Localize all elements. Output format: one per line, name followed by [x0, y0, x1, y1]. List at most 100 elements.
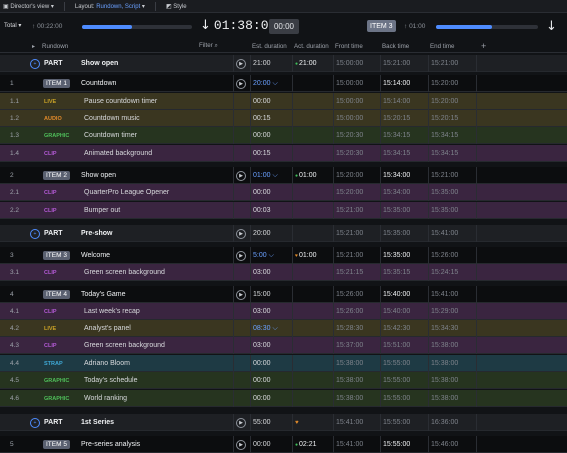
back-time: 15:55:00 — [383, 395, 411, 402]
item-row[interactable]: 3 ITEM 3 Welcome ▶ 5:00 ⌵ ♥ 01:00 15:21:00 15:35… — [0, 247, 567, 264]
est-duration[interactable]: 00:00 — [253, 127, 271, 144]
est-duration[interactable]: 00:03 — [253, 202, 271, 219]
column-divider — [333, 436, 334, 453]
sub-row[interactable]: 3.1 CLIP Green screen background 03:00 15:21… — [0, 264, 567, 281]
part-row[interactable]: + PART Show open ▶ 21:00 ● 21:00 15:00:00 15:21:… — [0, 55, 567, 72]
type-tag: CLIP — [44, 308, 57, 315]
column-divider — [292, 55, 293, 72]
est-duration[interactable]: 00:00 — [253, 436, 271, 453]
column-divider — [428, 320, 429, 337]
row-index: 1.1 — [10, 98, 20, 105]
row-index: 3 — [10, 252, 14, 259]
act-duration: ♥ 01:00 — [295, 247, 317, 264]
elapsed-left: ↑ 00:22:00 — [32, 23, 63, 30]
column-divider — [233, 436, 234, 453]
act-duration-value: 02:21 — [299, 441, 317, 448]
play-icon[interactable]: ▶ — [236, 250, 246, 261]
column-divider — [380, 286, 381, 303]
end-time: 15:41:00 — [431, 230, 459, 237]
column-divider — [476, 202, 477, 219]
est-duration[interactable]: 00:00 — [253, 93, 271, 110]
est-duration[interactable]: 03:00 — [253, 264, 271, 281]
row-index: 4.6 — [10, 395, 20, 402]
est-duration[interactable]: 00:15 — [253, 110, 271, 127]
sub-title: Green screen background — [84, 342, 165, 349]
play-icon[interactable]: ▶ — [236, 58, 246, 69]
column-divider — [233, 320, 234, 337]
front-time: 15:21:00 — [336, 207, 364, 214]
item-row[interactable]: 2 ITEM 2 Show open ▶ 01:00 ⌵ ● 01:00 15:20:00 15… — [0, 167, 567, 184]
est-duration[interactable]: 03:00 — [253, 337, 271, 354]
sub-row[interactable]: 2.2 CLIP Bumper out 00:03 15:21:00 15:35:00 15… — [0, 202, 567, 219]
sub-title: Animated background — [84, 150, 153, 157]
current-item-badge: ITEM 3 — [367, 20, 396, 32]
part-title: 1st Series — [81, 419, 115, 426]
type-tag: GRAPHIC — [44, 395, 70, 402]
plus-circle-icon: + — [30, 58, 40, 69]
play-icon[interactable]: ▶ — [236, 417, 246, 428]
search-icon: ⌕ — [214, 42, 218, 49]
column-divider — [428, 127, 429, 144]
column-divider — [233, 286, 234, 303]
est-duration[interactable]: 5:00 ⌵ — [253, 247, 274, 264]
back-time: 15:35:00 — [383, 252, 411, 259]
sub-row[interactable]: 4.2 LIVE Analyst's panel 08:30 ⌵ 15:28:30 15:… — [0, 320, 567, 337]
item-badge: ITEM 5 — [43, 440, 70, 449]
column-divider — [250, 75, 251, 92]
est-duration[interactable]: 00:00 — [253, 355, 271, 372]
sub-row[interactable]: 1.2 AUDIO Countdown music 00:15 15:00:00 15:2… — [0, 110, 567, 127]
column-divider — [380, 337, 381, 354]
sub-row[interactable]: 4.3 CLIP Green screen background 03:00 15:37… — [0, 337, 567, 354]
part-row[interactable]: + PART 1st Series ▶ 55:00 ♥ 15:41:00 15:55:00 16… — [0, 414, 567, 431]
layout-selector[interactable]: Layout: Rundown, Script ▾ — [75, 3, 145, 10]
est-duration[interactable]: 00:00 — [253, 372, 271, 389]
sub-row[interactable]: 4.5 GRAPHIC Today's schedule 00:00 15:38:00 1… — [0, 372, 567, 389]
est-duration[interactable]: 00:00 — [253, 184, 271, 201]
play-cell: ▶ — [236, 225, 246, 242]
column-divider — [292, 355, 293, 372]
sub-row[interactable]: 2.1 CLIP QuarterPro League Opener 00:00 15:2… — [0, 184, 567, 201]
column-divider — [380, 55, 381, 72]
add-column-button[interactable]: + — [481, 41, 486, 51]
play-icon[interactable]: ▶ — [236, 170, 246, 181]
est-duration[interactable]: 00:15 — [253, 145, 271, 162]
part-row[interactable]: + PART Pre-show ▶ 20:00 15:21:00 15:35:00 15:41… — [0, 225, 567, 242]
est-duration[interactable]: 03:00 — [253, 303, 271, 320]
sub-row[interactable]: 4.6 GRAPHIC World ranking 00:00 15:38:00 15:5… — [0, 390, 567, 407]
play-icon[interactable]: ▶ — [236, 228, 246, 239]
column-divider — [292, 303, 293, 320]
style-button[interactable]: ◩ Style — [166, 3, 187, 10]
filter-button[interactable]: Filter ⌕ — [199, 42, 218, 50]
item-row[interactable]: 1 ITEM 1 Countdown ▶ 20:00 ⌵ 15:00:00 15:14:00… — [0, 75, 567, 92]
sub-row[interactable]: 1.1 LIVE Pause countdown timer 00:00 15:00:0… — [0, 93, 567, 110]
play-icon[interactable]: ▶ — [236, 78, 246, 89]
play-icon[interactable]: ▶ — [236, 439, 246, 450]
est-duration[interactable]: 00:00 — [253, 390, 271, 407]
sub-row[interactable]: 1.4 CLIP Animated background 00:15 15:20:30 1… — [0, 145, 567, 162]
column-divider — [250, 145, 251, 162]
sub-row[interactable]: 1.3 GRAPHIC Countdown timer 00:00 15:20:30 15… — [0, 127, 567, 144]
est-duration[interactable]: 08:30 ⌵ — [253, 320, 278, 337]
front-time: 15:00:00 — [336, 115, 364, 122]
est-duration[interactable]: 15:00 — [253, 286, 271, 303]
column-divider — [333, 390, 334, 407]
item-row[interactable]: 4 ITEM 4 Today's Game ▶ 15:00 15:26:00 15:40:0… — [0, 286, 567, 303]
back-time: 15:21:00 — [383, 60, 411, 67]
item-row[interactable]: 5 ITEM 5 Pre-series analysis ▶ 00:00 ● 02:21 15… — [0, 436, 567, 453]
sub-row[interactable]: 4.1 CLIP Last week's recap 03:00 15:26:00 15:… — [0, 303, 567, 320]
play-icon[interactable]: ▶ — [236, 289, 246, 300]
expand-icon[interactable]: ▸ — [32, 43, 35, 50]
column-divider — [428, 55, 429, 72]
column-divider — [233, 75, 234, 92]
column-divider — [233, 390, 234, 407]
view-selector[interactable]: ▣ Director's view ▾ — [3, 3, 54, 10]
est-duration[interactable]: 20:00 ⌵ — [253, 75, 278, 92]
sub-row[interactable]: 4.4 STRAP Adriano Bloom 00:00 15:38:00 15:55:… — [0, 355, 567, 372]
divider — [63, 1, 65, 11]
part-icon: + — [30, 55, 40, 72]
est-duration[interactable]: 01:00 ⌵ — [253, 167, 278, 184]
row-index: 4.4 — [10, 360, 20, 367]
row-index: 4.5 — [10, 377, 20, 384]
column-divider — [250, 247, 251, 264]
total-selector[interactable]: Total ▾ — [4, 22, 21, 29]
